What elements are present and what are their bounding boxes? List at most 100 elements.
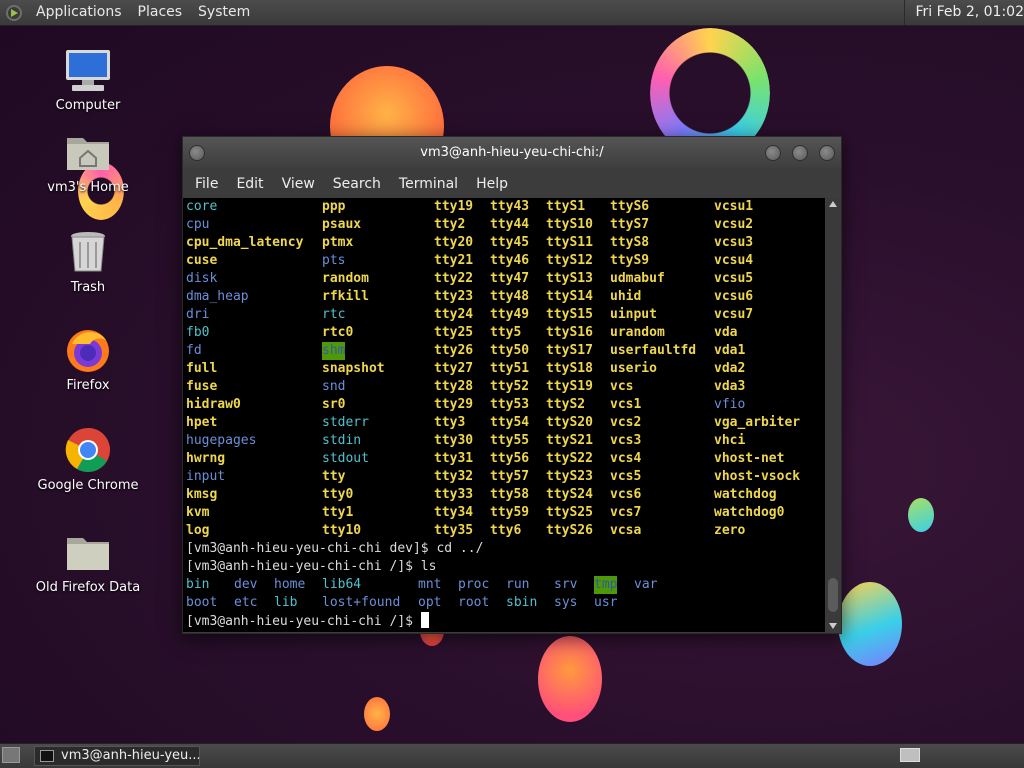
desktop-icon-chrome[interactable]: Google Chrome bbox=[33, 426, 143, 493]
terminal-output[interactable]: core ppp tty19 tty43 ttyS1 ttyS6 vcsu1 cpu psaux… bbox=[183, 198, 825, 632]
desktop-icon-firefox[interactable]: Firefox bbox=[33, 326, 143, 393]
terminal-entry: tty31 bbox=[434, 451, 474, 466]
terminal-entry: vcsu2 bbox=[714, 217, 754, 232]
terminal-entry: ttyS20 bbox=[546, 415, 593, 430]
terminal-entry: lost+found bbox=[322, 595, 401, 610]
workspace-switcher[interactable] bbox=[900, 748, 920, 762]
terminal-line: disk random tty22 tty47 ttyS13 udmabuf vcsu5 bbox=[183, 270, 825, 288]
window-titlebar[interactable]: vm3@anh-hieu-yeu-chi-chi:/ bbox=[183, 137, 841, 169]
terminal-entry: tty52 bbox=[490, 379, 530, 394]
terminal-entry: ttyS8 bbox=[610, 235, 650, 250]
menu-search[interactable]: Search bbox=[324, 176, 390, 192]
terminal-entry: ttyS17 bbox=[546, 343, 593, 358]
terminal-line: dri rtc tty24 tty49 ttyS15 uinput vcsu7 bbox=[183, 306, 825, 324]
terminal-entry: tty27 bbox=[434, 361, 474, 376]
terminal-entry: home bbox=[274, 577, 306, 592]
menu-view[interactable]: View bbox=[273, 176, 324, 192]
scroll-up-icon[interactable] bbox=[829, 201, 837, 207]
taskbar-item-terminal[interactable]: vm3@anh-hieu-yeu... bbox=[34, 746, 200, 766]
terminal-line: cuse pts tty21 tty46 ttyS12 ttyS9 vcsu4 bbox=[183, 252, 825, 270]
terminal-line: input tty tty32 tty57 ttyS23 vcs5 vhost-vsock bbox=[183, 468, 825, 486]
terminal-entry: vcs3 bbox=[610, 433, 642, 448]
terminal-entry: dev bbox=[234, 577, 258, 592]
menu-edit[interactable]: Edit bbox=[227, 176, 272, 192]
maximize-icon[interactable] bbox=[792, 145, 808, 161]
terminal-prompt-line: [vm3@anh-hieu-yeu-chi-chi /]$ bbox=[183, 612, 825, 630]
terminal-entry: hpet bbox=[186, 415, 218, 430]
bottom-panel: vm3@anh-hieu-yeu... bbox=[0, 743, 1024, 768]
terminal-entry: hugepages bbox=[186, 433, 257, 448]
show-desktop-icon[interactable] bbox=[2, 747, 20, 763]
desktop-icon-trash[interactable]: Trash bbox=[33, 228, 143, 295]
terminal-entry: vda2 bbox=[714, 361, 746, 376]
terminal-scrollbar[interactable] bbox=[826, 198, 841, 632]
menu-applications[interactable]: Applications bbox=[28, 0, 130, 25]
terminal-entry: tty43 bbox=[490, 199, 530, 214]
terminal-entry: kvm bbox=[186, 505, 210, 520]
terminal-entry: tty5 bbox=[490, 325, 522, 340]
terminal-entry: ttyS18 bbox=[546, 361, 593, 376]
desktop-icon-label: Old Firefox Data bbox=[35, 580, 141, 595]
terminal-entry: tty25 bbox=[434, 325, 474, 340]
terminal-entry: tty58 bbox=[490, 487, 530, 502]
terminal-entry: tty56 bbox=[490, 451, 530, 466]
desktop-icon-label: Computer bbox=[55, 98, 121, 113]
terminal-entry: urandom bbox=[610, 325, 665, 340]
menu-help[interactable]: Help bbox=[467, 176, 517, 192]
terminal-entry: sr0 bbox=[322, 397, 346, 412]
desktop-icon-computer[interactable]: Computer bbox=[33, 46, 143, 113]
terminal-entry: cpu bbox=[186, 217, 210, 232]
terminal-entry: ttyS2 bbox=[546, 397, 586, 412]
terminal-entry: hwrng bbox=[186, 451, 226, 466]
folder-icon bbox=[64, 528, 112, 576]
desktop-icon-home[interactable]: vm3's Home bbox=[33, 128, 143, 195]
terminal-entry: usr bbox=[594, 595, 618, 610]
terminal-entry: vcsa bbox=[610, 523, 642, 538]
terminal-entry: tty23 bbox=[434, 289, 474, 304]
terminal-entry: fd bbox=[186, 343, 202, 358]
terminal-entry: tty22 bbox=[434, 271, 474, 286]
distro-logo-icon[interactable] bbox=[6, 4, 22, 21]
terminal-entry: tty30 bbox=[434, 433, 474, 448]
terminal-command-line: [vm3@anh-hieu-yeu-chi-chi /]$ ls bbox=[183, 558, 825, 576]
terminal-entry: rtc0 bbox=[322, 325, 354, 340]
terminal-entry: tty45 bbox=[490, 235, 530, 250]
terminal-entry: tty10 bbox=[322, 523, 362, 538]
terminal-entry: zero bbox=[714, 523, 746, 538]
terminal-entry: tty55 bbox=[490, 433, 530, 448]
scrollbar-thumb[interactable] bbox=[828, 578, 838, 612]
terminal-entry: sys bbox=[554, 595, 578, 610]
terminal-entry: ttyS19 bbox=[546, 379, 593, 394]
terminal-line: hidraw0 sr0 tty29 tty53 ttyS2 vcs1 vfio bbox=[183, 396, 825, 414]
minimize-icon[interactable] bbox=[765, 145, 781, 161]
terminal-entry: pts bbox=[322, 253, 346, 268]
terminal-window[interactable]: vm3@anh-hieu-yeu-chi-chi:/ File Edit Vie… bbox=[182, 136, 842, 634]
menu-terminal[interactable]: Terminal bbox=[390, 176, 467, 192]
terminal-entry: disk bbox=[186, 271, 218, 286]
menu-file[interactable]: File bbox=[186, 176, 227, 192]
window-menu-icon[interactable] bbox=[189, 145, 205, 161]
terminal-entry: dma_heap bbox=[186, 289, 249, 304]
terminal-line: kvm tty1 tty34 tty59 ttyS25 vcs7 watchdog0 bbox=[183, 504, 825, 522]
scroll-down-icon[interactable] bbox=[829, 623, 837, 629]
close-icon[interactable] bbox=[819, 145, 835, 161]
terminal-line: fd shm tty26 tty50 ttyS17 userfaultfd vda1 bbox=[183, 342, 825, 360]
terminal-entry: tty53 bbox=[490, 397, 530, 412]
firefox-icon bbox=[64, 326, 112, 374]
terminal-entry: tty19 bbox=[434, 199, 474, 214]
terminal-entry: vcs4 bbox=[610, 451, 642, 466]
clock[interactable]: Fri Feb 2, 01:02 bbox=[904, 0, 1024, 25]
terminal-entry: srv bbox=[554, 577, 578, 592]
terminal-entry: core bbox=[186, 199, 218, 214]
terminal-entry: log bbox=[186, 523, 210, 538]
menu-system[interactable]: System bbox=[190, 0, 258, 25]
terminal-line: cpu_dma_latency ptmx tty20 tty45 ttyS11 ttyS8… bbox=[183, 234, 825, 252]
terminal-entry: udmabuf bbox=[610, 271, 665, 286]
terminal-entry: tty57 bbox=[490, 469, 530, 484]
trash-icon bbox=[64, 228, 112, 276]
terminal-entry: tty20 bbox=[434, 235, 474, 250]
menu-places[interactable]: Places bbox=[130, 0, 191, 25]
desktop-icon-old-firefox-data[interactable]: Old Firefox Data bbox=[33, 528, 143, 595]
terminal-entry: vcs2 bbox=[610, 415, 642, 430]
terminal-line: bin dev home lib64 mnt proc run srv tmp var bbox=[183, 576, 825, 594]
